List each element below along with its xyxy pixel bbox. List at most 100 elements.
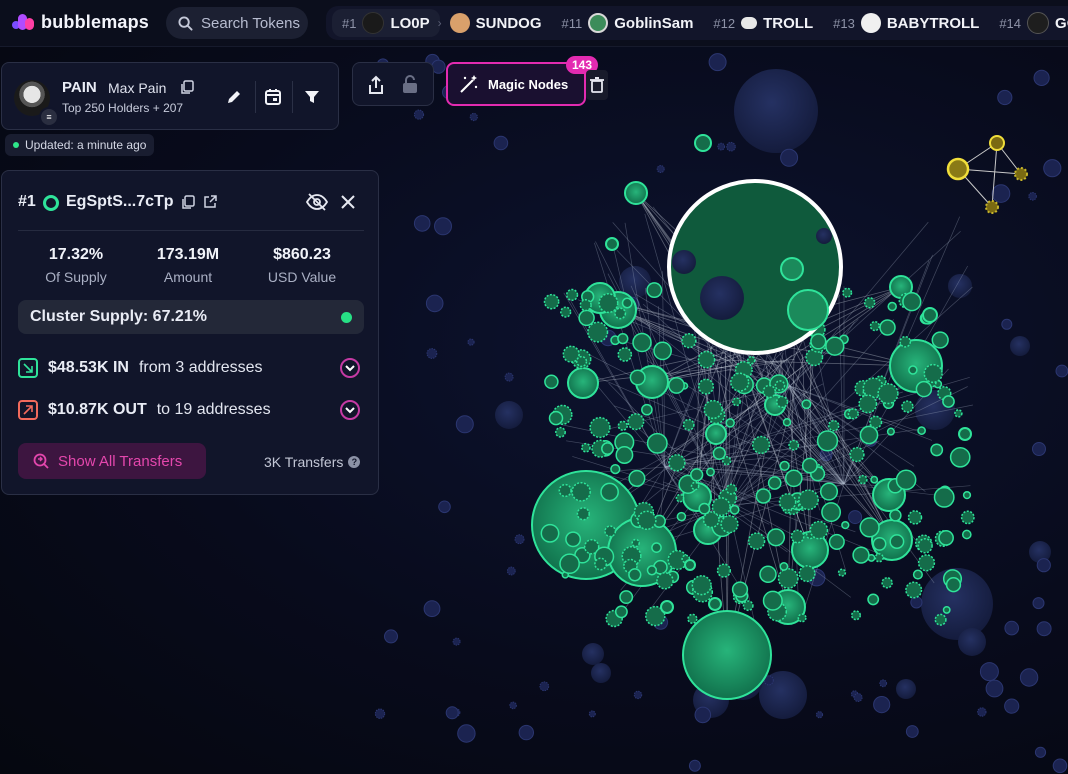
holder-bubble[interactable] <box>690 481 700 491</box>
outflow-row[interactable]: $10.87K OUT to 19 addresses <box>18 396 271 424</box>
holder-bubble[interactable] <box>889 509 902 522</box>
holder-bubble[interactable] <box>617 347 633 362</box>
copy-icon[interactable] <box>180 80 194 95</box>
holder-bubble[interactable] <box>879 319 896 336</box>
holder-bubble[interactable] <box>872 536 887 551</box>
holder-bubble[interactable] <box>954 409 963 418</box>
holder-bubble[interactable] <box>958 628 986 656</box>
holder-bubble[interactable] <box>1036 621 1052 637</box>
holder-bubble[interactable] <box>641 403 653 416</box>
holder-bubble[interactable] <box>1032 442 1046 456</box>
holder-bubble[interactable] <box>801 457 818 474</box>
holder-bubble[interactable] <box>717 142 726 151</box>
ticker-item[interactable]: #12 TROLL <box>703 9 823 37</box>
holder-bubble[interactable] <box>452 637 461 646</box>
holder-bubble[interactable] <box>426 348 438 359</box>
holder-bubble[interactable] <box>801 399 812 410</box>
holder-bubble[interactable] <box>646 432 668 454</box>
holder-bubble[interactable] <box>445 706 459 720</box>
holder-bubble[interactable] <box>766 528 786 547</box>
holder-bubble[interactable] <box>899 335 912 348</box>
holder-bubble[interactable] <box>682 418 695 431</box>
expand-inflow-button[interactable] <box>340 358 360 378</box>
holder-bubble[interactable] <box>712 446 726 460</box>
holder-bubble[interactable] <box>582 643 604 665</box>
holder-bubble[interactable] <box>1055 364 1068 378</box>
yellow-cluster[interactable] <box>946 135 1028 214</box>
holder-bubble[interactable] <box>923 363 943 384</box>
holder-bubble[interactable] <box>706 467 715 477</box>
holder-bubble[interactable] <box>631 538 640 548</box>
holder-bubble[interactable] <box>594 557 608 571</box>
holder-bubble[interactable] <box>725 418 735 428</box>
holder-bubble[interactable] <box>600 482 619 502</box>
holder-bubble[interactable] <box>562 345 580 363</box>
holder-bubble[interactable] <box>614 605 628 619</box>
holder-bubble[interactable] <box>725 483 737 495</box>
holder-bubble[interactable] <box>504 372 514 382</box>
holder-bubble[interactable] <box>863 297 876 309</box>
holder-bubble[interactable] <box>632 332 652 353</box>
holder-bubble[interactable] <box>859 425 879 445</box>
holder-bubble[interactable] <box>778 493 797 511</box>
holder-bubble[interactable] <box>867 593 880 606</box>
ticker-item[interactable]: #14 GO <box>989 9 1068 37</box>
holder-bubble[interactable] <box>934 613 947 626</box>
holder-bubble[interactable] <box>931 331 949 349</box>
holder-bubble[interactable] <box>896 679 916 699</box>
holder-bubble[interactable] <box>565 531 582 548</box>
holder-bubble[interactable] <box>438 500 451 514</box>
holder-bubble[interactable] <box>751 435 771 455</box>
help-icon[interactable]: ? <box>348 456 361 468</box>
holder-bubble[interactable] <box>809 520 829 540</box>
holder-bubble[interactable] <box>902 292 922 312</box>
holder-bubble[interactable] <box>762 384 777 399</box>
holder-bubble[interactable] <box>784 469 803 488</box>
holder-bubble[interactable] <box>1043 159 1062 178</box>
holder-bubble[interactable] <box>798 489 819 511</box>
holder-bubble[interactable] <box>697 378 715 395</box>
holder-bubble[interactable] <box>469 112 478 122</box>
share-icon[interactable] <box>367 75 385 95</box>
holder-bubble[interactable] <box>958 427 972 441</box>
holder-bubble[interactable] <box>694 134 712 152</box>
holder-bubble[interactable] <box>961 529 972 540</box>
holder-bubble[interactable] <box>853 693 863 702</box>
holder-bubble[interactable] <box>1004 620 1020 636</box>
holder-bubble[interactable] <box>767 476 782 490</box>
holder-bubble[interactable] <box>684 559 696 571</box>
holder-bubble[interactable] <box>910 596 923 609</box>
edit-button[interactable] <box>222 85 246 109</box>
holder-bubble[interactable] <box>646 282 663 299</box>
holder-bubble[interactable] <box>617 420 628 431</box>
holder-bubble[interactable] <box>668 454 686 472</box>
holder-bubble[interactable] <box>434 217 452 236</box>
holder-bubble[interactable] <box>676 511 687 522</box>
holder-bubble[interactable] <box>775 395 789 409</box>
holder-bubble[interactable] <box>730 372 750 392</box>
holder-bubble[interactable] <box>467 338 475 346</box>
holder-bubble[interactable] <box>879 679 888 688</box>
holder-bubble[interactable] <box>588 710 596 718</box>
holder-bubble[interactable] <box>815 711 824 719</box>
holder-bubble[interactable] <box>691 575 712 596</box>
holder-bubble[interactable] <box>922 307 938 323</box>
expand-outflow-button[interactable] <box>340 400 360 420</box>
holder-bubble[interactable] <box>514 534 525 545</box>
holder-bubble[interactable] <box>777 567 799 589</box>
holder-bubble[interactable] <box>571 481 591 502</box>
holder-bubble[interactable] <box>732 397 741 407</box>
holder-bubble[interactable] <box>942 395 955 408</box>
holder-bubble[interactable] <box>837 568 847 577</box>
holder-bubble[interactable] <box>495 401 523 429</box>
holder-bubble[interactable] <box>576 507 590 521</box>
holder-bubble[interactable] <box>1004 698 1020 714</box>
holder-bubble[interactable] <box>747 532 766 550</box>
holder-bubble[interactable] <box>742 600 754 612</box>
holder-bubble[interactable] <box>798 565 816 583</box>
holder-bubble[interactable] <box>703 399 723 420</box>
holder-bubble[interactable] <box>660 600 674 614</box>
holder-bubble[interactable] <box>621 297 633 309</box>
holder-bubble[interactable] <box>962 490 972 500</box>
holder-bubble[interactable] <box>997 89 1013 106</box>
